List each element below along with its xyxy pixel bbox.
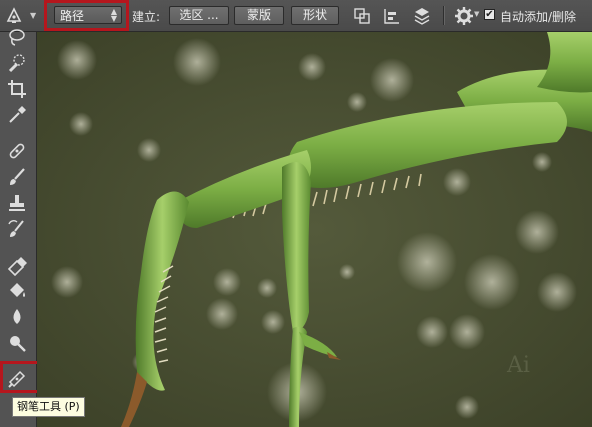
select-arrows-icon: ▲ ▼: [110, 7, 117, 23]
history-brush-tool[interactable]: [6, 218, 28, 240]
tools-panel: T: [0, 29, 37, 427]
crop-tool[interactable]: [6, 78, 28, 100]
pen-tool[interactable]: [6, 368, 28, 390]
blur-tool[interactable]: [6, 306, 28, 328]
spot-healing-brush-tool[interactable]: [6, 140, 28, 162]
brush-tool[interactable]: [6, 166, 28, 188]
make-mask-button[interactable]: 蒙版: [234, 6, 284, 25]
svg-text:Ai: Ai: [506, 353, 530, 378]
chevron-down-icon: ▼: [30, 10, 37, 20]
options-bar: ▼ 路径 ▲ ▼ 建立: 选区 ... 蒙版 形状 ▼ ✔ 自动添加/删除: [0, 0, 592, 32]
path-alignment-icon[interactable]: [382, 6, 402, 26]
eyedropper-tool[interactable]: [6, 104, 28, 126]
eraser-tool[interactable]: [6, 254, 28, 277]
quick-selection-icon: [8, 54, 25, 73]
lasso-tool[interactable]: [6, 26, 28, 48]
water-drop-icon: [13, 309, 21, 324]
lasso-icon: [9, 29, 25, 46]
pen-icon: [6, 7, 22, 23]
history-brush-icon: [8, 220, 24, 237]
pen-mode-value: 路径: [60, 9, 85, 23]
dodge-icon: [10, 336, 26, 352]
gear-icon[interactable]: [454, 6, 474, 26]
paint-bucket-tool[interactable]: [6, 280, 28, 302]
eyedropper-icon: [9, 106, 26, 123]
chevron-down-icon: ▼: [474, 10, 480, 18]
pen-tool-tooltip: 钢笔工具 (P): [12, 397, 85, 417]
mantis-artwork: Ai: [37, 32, 592, 427]
make-selection-button[interactable]: 选区 ...: [169, 6, 229, 25]
auto-add-delete-checkbox[interactable]: ✔: [484, 9, 495, 20]
bandage-icon: [9, 143, 25, 159]
make-label: 建立:: [132, 10, 161, 24]
eraser-icon: [7, 257, 27, 277]
brush-icon: [10, 168, 25, 185]
path-arrangement-icon[interactable]: [412, 6, 432, 26]
paint-bucket-icon: [10, 283, 25, 297]
make-shape-button[interactable]: 形状: [291, 6, 339, 25]
document-canvas[interactable]: Ai: [37, 32, 592, 427]
clone-stamp-tool[interactable]: [6, 192, 28, 214]
path-operations-icon[interactable]: [352, 6, 372, 26]
quick-selection-tool[interactable]: [6, 52, 28, 74]
auto-add-delete-label: 自动添加/删除: [500, 10, 577, 24]
pen-icon: [8, 370, 26, 388]
stamp-icon: [9, 195, 25, 211]
pen-mode-select[interactable]: 路径 ▲ ▼: [54, 6, 122, 24]
separator: [443, 6, 445, 25]
dodge-tool[interactable]: [6, 332, 28, 354]
crop-icon: [8, 80, 26, 98]
tool-preset-picker[interactable]: ▼: [4, 5, 40, 25]
